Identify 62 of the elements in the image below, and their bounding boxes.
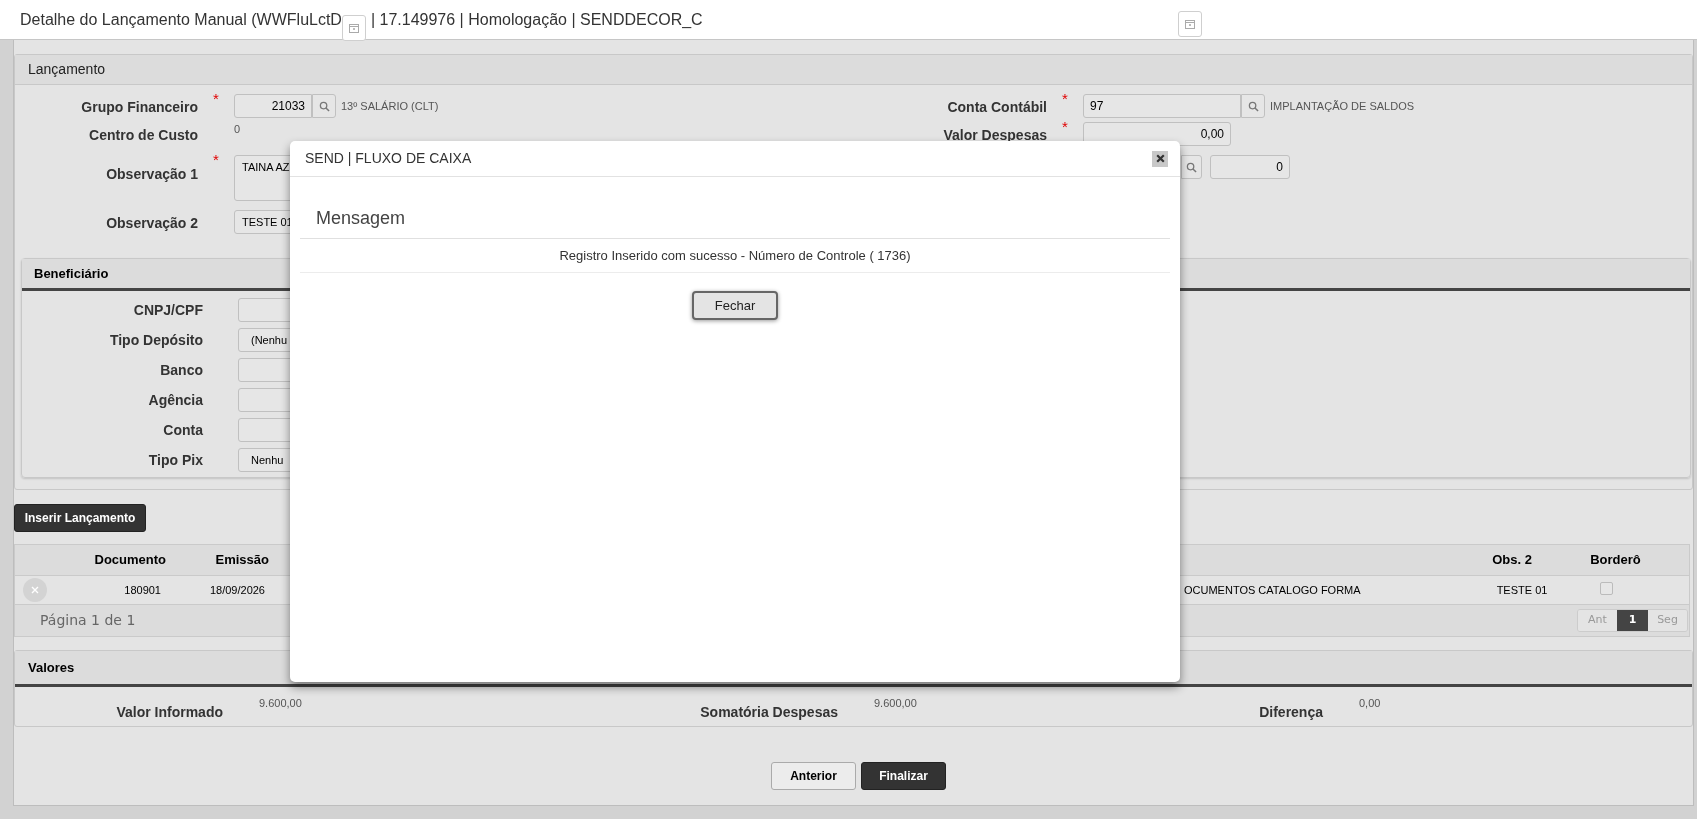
field-value: 0 [234,122,241,137]
field-label: CNPJ/CPF [133,302,203,318]
required-asterisk: * [1062,119,1068,135]
calendar-icon [1184,18,1196,30]
table-cell-text: 180901 [124,582,161,598]
search-button[interactable] [312,94,336,118]
search-button[interactable] [1181,155,1202,179]
page-button[interactable]: 1 [1617,610,1648,631]
field-label: Grupo Financeiro [81,99,198,115]
calendar-button[interactable] [1178,11,1202,37]
field-label: Banco [160,362,203,378]
required-asterisk: * [213,91,219,107]
close-icon [30,585,40,595]
footer-button[interactable]: Anterior [771,762,856,790]
table-cell-text: TESTE 01 [1496,582,1548,598]
input-field[interactable]: 21033 [234,94,312,118]
footer-button[interactable]: Finalizar [861,762,946,790]
field-label: Conta Contábil [947,99,1047,115]
checkbox[interactable] [1600,582,1613,595]
dialog-title: SEND | FLUXO DE CAIXA [305,149,472,168]
search-icon [1186,161,1197,173]
description-text: IMPLANTAÇÃO DE SALDOS [1270,99,1415,114]
search-icon [318,100,330,112]
close-button[interactable]: Fechar [692,291,778,320]
dialog-heading: Mensagem [316,207,406,230]
field-label: Centro de Custo [89,127,198,143]
insert-button[interactable]: Inserir Lançamento [14,504,146,532]
field-label: Diferença [1259,704,1323,720]
column-header: Documento [94,551,166,570]
window-title: Detalhe do Lançamento Manual (WWFluLctD [20,9,342,30]
calendar-button[interactable] [341,15,366,41]
field-value: 0,00 [1359,696,1381,711]
close-icon [1154,153,1166,164]
table-cell-text: 18/09/2026 [209,582,265,598]
table-cell-text: OCUMENTOS CATALOGO FORMA [1184,582,1361,598]
field-label: Conta [163,422,203,438]
field-label: Tipo Depósito [109,332,203,348]
column-header: Emissão [215,551,269,570]
calendar-icon [347,22,360,34]
section-header: Lançamento [15,55,1692,85]
field-value: 9.600,00 [259,696,302,711]
search-icon [1247,100,1259,112]
field-label: Valor Informado [116,704,223,720]
close-button[interactable] [1152,150,1168,167]
page-info: Página 1 de 1 [40,611,136,630]
field-label: Observação 2 [106,215,198,231]
required-asterisk: * [1062,91,1068,107]
field-label: Agência [148,392,203,408]
window-title: | 17.149976 | Homologação | SENDDECOR_C [370,9,703,30]
delete-button[interactable] [23,578,47,602]
field-label: Somatória Despesas [700,704,838,720]
field-label: Valor Despesas [943,127,1047,143]
description-text: 13º SALÁRIO (CLT) [341,99,439,114]
field-label: Observação 1 [106,166,198,182]
column-header: Obs. 2 [1492,551,1532,570]
field-label: Tipo Pix [148,452,203,468]
column-header: Borderô [1590,551,1641,570]
input-field[interactable]: 97 [1083,94,1241,118]
search-button[interactable] [1241,94,1265,118]
required-asterisk: * [213,152,219,168]
field-value: 9.600,00 [874,696,917,711]
input-field[interactable]: 0 [1210,155,1290,179]
